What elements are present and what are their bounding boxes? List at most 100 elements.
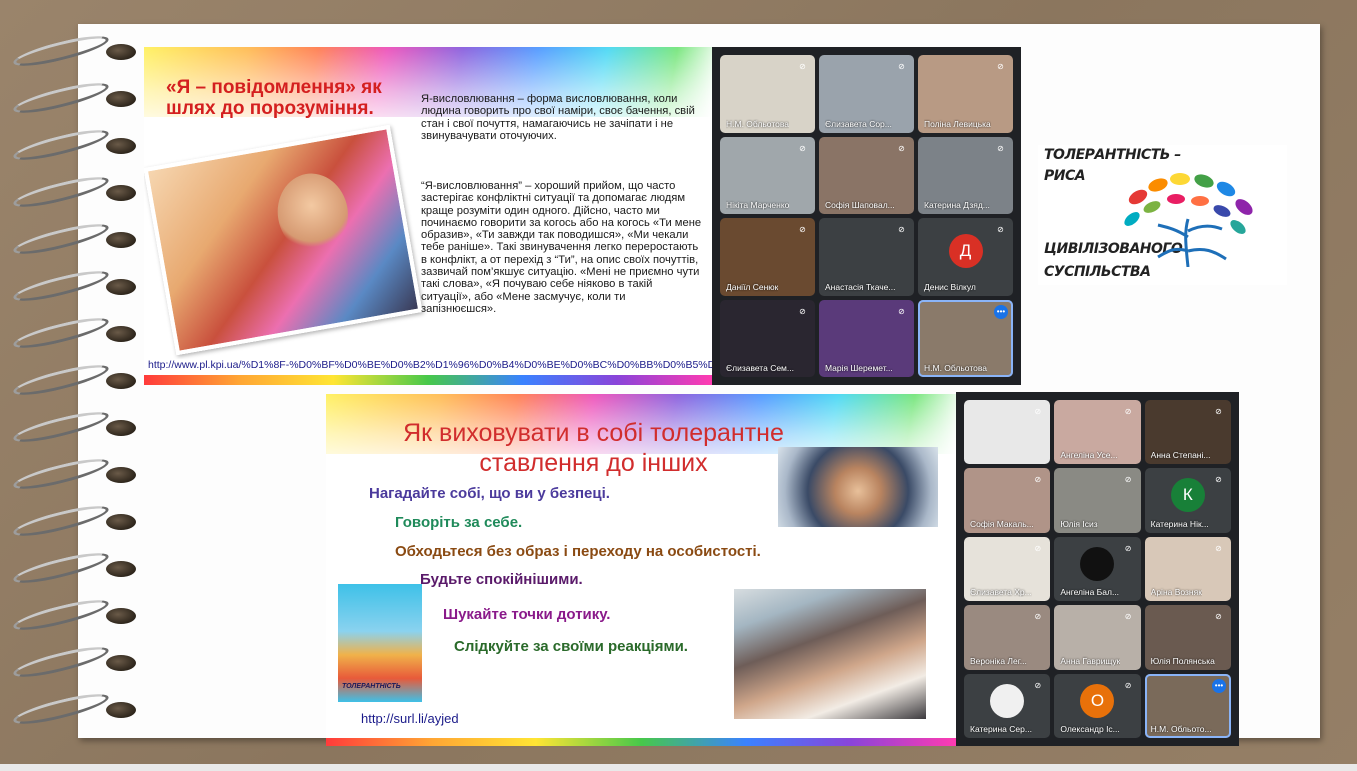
participant-avatar: Д	[948, 233, 983, 268]
mic-muted-icon: ⊘	[1124, 475, 1132, 485]
participant-name: Анастасія Ткаче...	[825, 281, 896, 292]
teens-photo	[144, 124, 423, 356]
participant-tile[interactable]: ⊘ Поліна Левицька	[918, 55, 1013, 133]
mic-muted-icon: ⊘	[1124, 407, 1132, 416]
mic-muted-icon: ⊘	[997, 143, 1004, 153]
participant-name: Анна Гаврищук	[1060, 655, 1121, 666]
participant-avatar	[990, 683, 1025, 718]
spiral-ring	[11, 594, 136, 636]
spiral-ring	[11, 30, 136, 72]
participant-tile[interactable]: ••• Н.М. Обльото...	[1144, 673, 1231, 738]
participant-tile[interactable]: ⊘ Катерина Сер...	[964, 673, 1051, 738]
participant-tile[interactable]: ⊘ Єлизавета Сем...	[720, 299, 815, 377]
tip-6: Слідкуйте за своїми реакціями.	[454, 638, 688, 655]
participant-tile[interactable]: ⊘ Вероніка Лег...	[964, 605, 1051, 670]
mic-muted-icon: ⊘	[898, 143, 905, 153]
participant-name: Софія Шаповал...	[825, 200, 895, 210]
participant-tile[interactable]: К ⊘ Катерина Нік...	[1144, 468, 1231, 533]
spiral-hole	[106, 138, 136, 154]
spiral-hole	[106, 279, 136, 295]
participant-tile[interactable]: ⊘ Софія Шаповал...	[819, 136, 914, 214]
mic-muted-icon: ⊘	[799, 306, 806, 316]
participant-tile[interactable]: ⊘ Єлизавета Хр...	[964, 536, 1051, 602]
participant-name: Н.М. Обльотова	[726, 118, 790, 129]
mic-muted-icon: ⊘	[898, 225, 905, 234]
speaking-indicator-icon: •••	[994, 304, 1008, 319]
participant-tile[interactable]: ⊘ Єлизавета Сор...	[819, 55, 914, 133]
participant-tile[interactable]: ⊘ Анастасія Ткаче...	[819, 218, 914, 296]
participant-tile[interactable]: О ⊘ Олександр Іс...	[1054, 673, 1141, 738]
participant-tile[interactable]: ⊘ Аріна Возняк	[1144, 536, 1231, 602]
spiral-ring	[11, 312, 136, 354]
mic-muted-icon: ⊘	[1215, 543, 1222, 553]
spiral-ring	[11, 641, 136, 683]
spiral-hole	[106, 561, 136, 577]
participant-name: Єлизавета Хр...	[970, 587, 1032, 598]
participant-tile[interactable]: ⊘ Катерина Дзяд...	[918, 136, 1013, 214]
participant-name: Софія Макаль...	[970, 518, 1034, 529]
participant-tile[interactable]: ••• Н.М. Обльотова	[918, 299, 1013, 377]
participant-tile[interactable]: ⊘ Н.М. Обльотова	[720, 55, 815, 133]
participant-name: Аріна Возняк	[1150, 587, 1202, 598]
participant-tile[interactable]: ⊘	[964, 400, 1051, 465]
bottom-strip	[0, 764, 1357, 771]
mic-muted-icon: ⊘	[898, 306, 905, 316]
participant-tile[interactable]: ⊘ Ангеліна Усе...	[1054, 400, 1141, 465]
mic-muted-icon: ⊘	[799, 143, 806, 153]
participant-tile[interactable]: ⊘ Анна Степані...	[1144, 400, 1231, 465]
spiral-hole	[106, 232, 136, 248]
participant-tile[interactable]: ⊘ Марія Шеремет...	[819, 299, 914, 377]
spiral-ring	[11, 359, 136, 401]
participant-avatar: О	[1080, 683, 1115, 718]
participant-tile[interactable]: ⊘ Ангеліна Бал...	[1054, 536, 1141, 602]
mic-muted-icon: ⊘	[799, 225, 806, 234]
mic-muted-icon: ⊘	[1215, 612, 1222, 622]
spiral-hole	[106, 44, 136, 60]
participant-name: Катерина Нік...	[1150, 518, 1209, 529]
mic-muted-icon: ⊘	[997, 225, 1004, 234]
source-link[interactable]: http://www.pl.kpi.ua/%D1%8F-%D0%BF%D0%BE…	[148, 359, 712, 371]
video-call-grid-2: ⊘ ⊘ Ангеліна Усе... ⊘ Анна Степані... ⊘ Софія …	[956, 392, 1239, 746]
spiral-hole	[106, 185, 136, 201]
spiral-ring	[11, 218, 136, 260]
spiral-hole	[106, 514, 136, 530]
spiral-ring	[11, 171, 136, 213]
participant-name: Олександр Іс...	[1060, 723, 1120, 734]
mic-muted-icon: ⊘	[1124, 680, 1132, 690]
slide-title-line-1: Як виховувати в собі толерантне	[403, 419, 784, 447]
spiral-hole	[106, 702, 136, 718]
participant-name: Нікіта Марченко	[726, 200, 790, 210]
participant-tile[interactable]: ⊘ Анна Гаврищук	[1054, 605, 1141, 670]
spiral-hole	[106, 655, 136, 671]
spiral-ring	[11, 124, 136, 166]
mic-muted-icon: ⊘	[898, 62, 905, 71]
presentation-slide-2: Як виховувати в собі толерантне ставленн…	[326, 394, 956, 746]
mic-muted-icon: ⊘	[1034, 407, 1042, 416]
source-link[interactable]: http://surl.li/ayjed	[361, 711, 459, 726]
mic-muted-icon: ⊘	[1124, 543, 1132, 553]
participant-tile[interactable]: ⊘ Нікіта Марченко	[720, 136, 815, 214]
slide-paragraph-1: Я-висловлювання – форма висловлювання, к…	[421, 93, 695, 142]
participant-name: Єлизавета Сор...	[825, 118, 892, 129]
slide-paragraph-2: “Я-висловлювання” – хороший прийом, що ч…	[421, 180, 702, 315]
tip-4: Будьте спокійнішими.	[420, 571, 583, 588]
participant-avatar	[1080, 546, 1115, 581]
slide-title: «Я – повідомлення» як шлях до порозумінн…	[166, 77, 382, 119]
participant-name: Марія Шеремет...	[825, 363, 893, 373]
spiral-hole	[106, 608, 136, 624]
tip-5: Шукайте точки дотику.	[443, 606, 611, 623]
presentation-slide-1: «Я – повідомлення» як шлях до порозумінн…	[144, 47, 712, 385]
video-call-grid-1: ⊘ Н.М. Обльотова ⊘ Єлизавета Сор... ⊘ Поліна …	[712, 47, 1021, 385]
participant-tile[interactable]: Д ⊘ Денис Вілкул	[918, 218, 1013, 296]
participant-tile[interactable]: ⊘ Юлія Полянська	[1144, 605, 1231, 670]
participant-tile[interactable]: ⊘ Юлія Ісиз	[1054, 468, 1141, 533]
participant-tile[interactable]: ⊘ Софія Макаль...	[964, 468, 1051, 533]
hands-together-photo	[778, 447, 938, 527]
participant-tile[interactable]: ⊘ Даніїл Сенюк	[720, 218, 815, 296]
participant-name: Ангеліна Усе...	[1060, 450, 1118, 461]
tip-3: Обходьтеся без образ і переходу на особи…	[395, 543, 761, 560]
mic-muted-icon: ⊘	[1034, 612, 1042, 622]
spiral-ring	[11, 406, 136, 448]
speaking-indicator-icon: •••	[1211, 678, 1226, 693]
participant-name: Н.М. Обльотова	[924, 363, 988, 373]
